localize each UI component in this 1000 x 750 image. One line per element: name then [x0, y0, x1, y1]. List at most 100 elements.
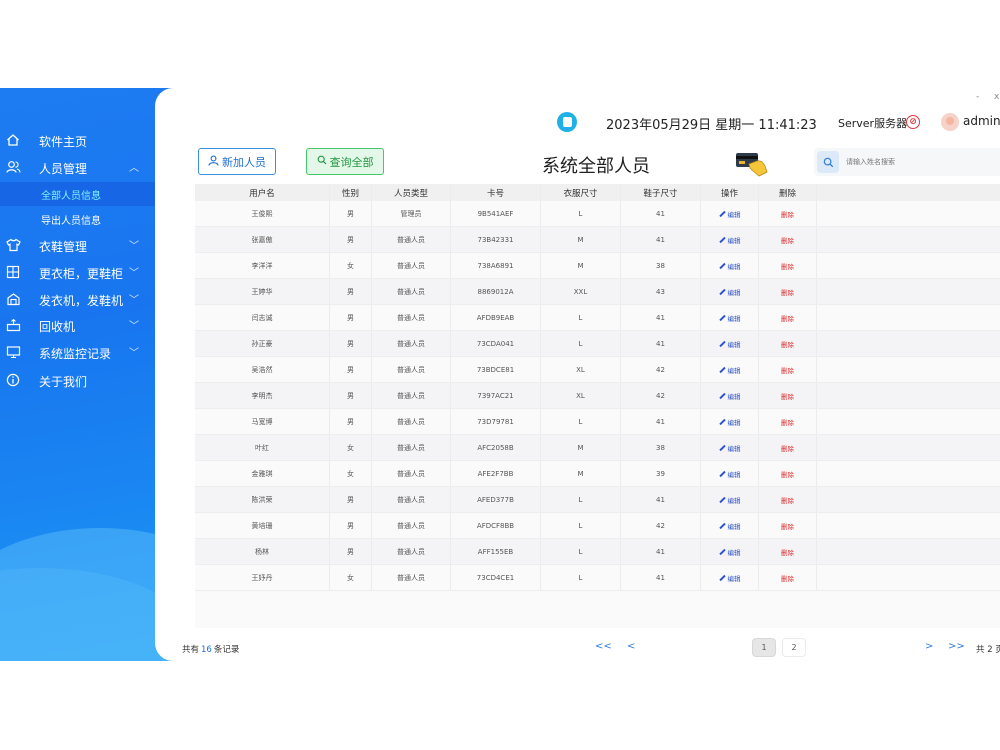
edit-button[interactable]: 编辑 — [718, 417, 741, 427]
table-row[interactable]: 王俊熙男管理员 9B541AEF L 41 编辑 删除 — [195, 201, 1000, 227]
edit-button[interactable]: 编辑 — [718, 235, 741, 245]
delete-button[interactable]: 删除 — [781, 417, 794, 427]
delete-button[interactable]: 删除 — [781, 339, 794, 349]
sidebar-subitem-all-personnel[interactable]: 全部人员信息 — [0, 182, 155, 206]
delete-button[interactable]: 删除 — [781, 469, 794, 479]
header-datetime: 2023年05月29日 星期一 11:41:23 — [606, 118, 817, 133]
edit-button[interactable]: 编辑 — [718, 287, 741, 297]
prev-page-button[interactable]: < — [627, 641, 635, 652]
delete-button[interactable]: 删除 — [781, 495, 794, 505]
edit-button[interactable]: 编辑 — [718, 521, 741, 531]
page-2-button[interactable]: 2 — [782, 638, 806, 657]
column-header-type[interactable]: 人员类型 — [372, 184, 451, 201]
column-header-username[interactable]: 用户名 — [195, 184, 330, 201]
pencil-icon — [718, 496, 726, 503]
delete-cell: 删除 — [759, 383, 817, 408]
sidebar-item-recycler[interactable]: 回收机 ﹀ — [0, 313, 160, 339]
edit-button[interactable]: 编辑 — [718, 495, 741, 505]
last-page-button[interactable]: >> — [948, 641, 965, 652]
table-row[interactable]: 叶红女普通人员 AFC2058B M 38 编辑 删除 — [195, 435, 1000, 461]
sidebar-item-clothing[interactable]: 衣鞋管理 ﹀ — [0, 233, 160, 259]
delete-button[interactable]: 删除 — [781, 261, 794, 271]
clothes-size-cell: L — [541, 201, 621, 226]
close-button[interactable]: x — [994, 92, 999, 102]
sidebar-subitem-export-personnel[interactable]: 导出人员信息 — [0, 207, 155, 231]
edit-button[interactable]: 编辑 — [718, 261, 741, 271]
delete-button[interactable]: 删除 — [781, 287, 794, 297]
table-row[interactable]: 王婷华男普通人员 8869012A XXL 43 编辑 删除 — [195, 279, 1000, 305]
search-input[interactable] — [846, 154, 996, 170]
column-header-gender[interactable]: 性别 — [330, 184, 372, 201]
user-name[interactable]: admin — [963, 114, 1000, 128]
edit-button[interactable]: 编辑 — [718, 313, 741, 323]
column-header-clothes-size[interactable]: 衣服尺寸 — [541, 184, 621, 201]
sidebar-item-personnel[interactable]: 人员管理 ︿ — [0, 155, 160, 181]
row-spacer — [817, 305, 1000, 330]
delete-cell: 删除 — [759, 461, 817, 486]
sidebar-item-dispensers[interactable]: 发衣机，发鞋机 ﹀ — [0, 287, 160, 313]
edit-button[interactable]: 编辑 — [718, 391, 741, 401]
gender-cell: 男 — [330, 513, 372, 538]
edit-button[interactable]: 编辑 — [718, 443, 741, 453]
add-person-button[interactable]: 新加人员 — [198, 148, 276, 175]
delete-button[interactable]: 删除 — [781, 547, 794, 557]
page-1-button[interactable]: 1 — [752, 638, 776, 657]
sidebar-item-monitoring[interactable]: 系统监控记录 ﹀ — [0, 340, 160, 366]
delete-button[interactable]: 删除 — [781, 209, 794, 219]
table-row[interactable]: 李洋洋女普通人员 738A6891 M 38 编辑 删除 — [195, 253, 1000, 279]
username-cell: 王俊熙 — [195, 201, 330, 226]
table-row[interactable]: 金雅琪女普通人员 AFE2F7BB M 39 编辑 删除 — [195, 461, 1000, 487]
column-header-card-number[interactable]: 卡号 — [451, 184, 541, 201]
delete-button[interactable]: 删除 — [781, 573, 794, 583]
table-row[interactable]: 黄培珊男普通人员 AFDCF8BB L 42 编辑 删除 — [195, 513, 1000, 539]
edit-cell: 编辑 — [701, 227, 759, 252]
table-row[interactable]: 陈洪荣男普通人员 AFED377B L 41 编辑 删除 — [195, 487, 1000, 513]
app-window: 软件主页 人员管理 ︿ 全部人员信息 导出人员信息 衣鞋管理 ﹀ 更衣柜，更鞋柜… — [0, 88, 1000, 661]
column-header-shoe-size[interactable]: 鞋子尺寸 — [621, 184, 701, 201]
table-row[interactable]: 马宽博男普通人员 73D79781 L 41 编辑 删除 — [195, 409, 1000, 435]
table-row[interactable]: 孙正豪男普通人员 73CDA041 L 41 编辑 删除 — [195, 331, 1000, 357]
username-cell: 李明杰 — [195, 383, 330, 408]
delete-button[interactable]: 删除 — [781, 313, 794, 323]
table-row[interactable]: 张嘉傲男普通人员 73B42331 M 41 编辑 删除 — [195, 227, 1000, 253]
delete-button[interactable]: 删除 — [781, 365, 794, 375]
delete-button[interactable]: 删除 — [781, 235, 794, 245]
shoe-size-cell: 41 — [621, 539, 701, 564]
edit-button[interactable]: 编辑 — [718, 365, 741, 375]
sidebar-item-home[interactable]: 软件主页 — [0, 128, 160, 154]
edit-label: 编辑 — [727, 236, 741, 245]
next-page-button[interactable]: > — [925, 641, 933, 652]
query-all-label: 查询全部 — [329, 155, 374, 169]
edit-button[interactable]: 编辑 — [718, 469, 741, 479]
query-all-button[interactable]: 查询全部 — [306, 148, 384, 175]
search-button[interactable] — [817, 151, 839, 173]
shoe-size-cell: 41 — [621, 201, 701, 226]
shoe-size-cell: 38 — [621, 435, 701, 460]
delete-button[interactable]: 删除 — [781, 521, 794, 531]
delete-button[interactable]: 删除 — [781, 391, 794, 401]
table-row[interactable]: 吴浩然男普通人员 73BDCE81 XL 42 编辑 删除 — [195, 357, 1000, 383]
first-page-button[interactable]: << — [595, 641, 612, 652]
edit-button[interactable]: 编辑 — [718, 573, 741, 583]
table-row[interactable]: 李明杰男普通人员 7397AC21 XL 42 编辑 删除 — [195, 383, 1000, 409]
row-spacer — [817, 201, 1000, 226]
edit-button[interactable]: 编辑 — [718, 209, 741, 219]
shoe-size-cell: 41 — [621, 565, 701, 590]
sidebar-item-lockers[interactable]: 更衣柜，更鞋柜 ﹀ — [0, 260, 160, 286]
clothes-size-cell: L — [541, 513, 621, 538]
card-number-cell: 73D79781 — [451, 409, 541, 434]
edit-button[interactable]: 编辑 — [718, 547, 741, 557]
table-row[interactable]: 王妤丹女普通人员 73CD4CE1 L 41 编辑 删除 — [195, 565, 1000, 591]
gender-cell: 女 — [330, 565, 372, 590]
type-cell: 普通人员 — [372, 279, 451, 304]
table-row[interactable]: 闫志诚男普通人员 AFDB9EAB L 41 编辑 删除 — [195, 305, 1000, 331]
avatar[interactable] — [941, 113, 959, 131]
info-icon — [5, 372, 21, 388]
minimize-button[interactable]: - — [976, 92, 979, 102]
delete-button[interactable]: 删除 — [781, 443, 794, 453]
table-row[interactable]: 杨林男普通人员 AFF155EB L 41 编辑 删除 — [195, 539, 1000, 565]
edit-button[interactable]: 编辑 — [718, 339, 741, 349]
page-title: 系统全部人员 — [542, 156, 650, 177]
sidebar-item-about[interactable]: 关于我们 — [0, 368, 160, 394]
pencil-icon — [718, 548, 726, 555]
